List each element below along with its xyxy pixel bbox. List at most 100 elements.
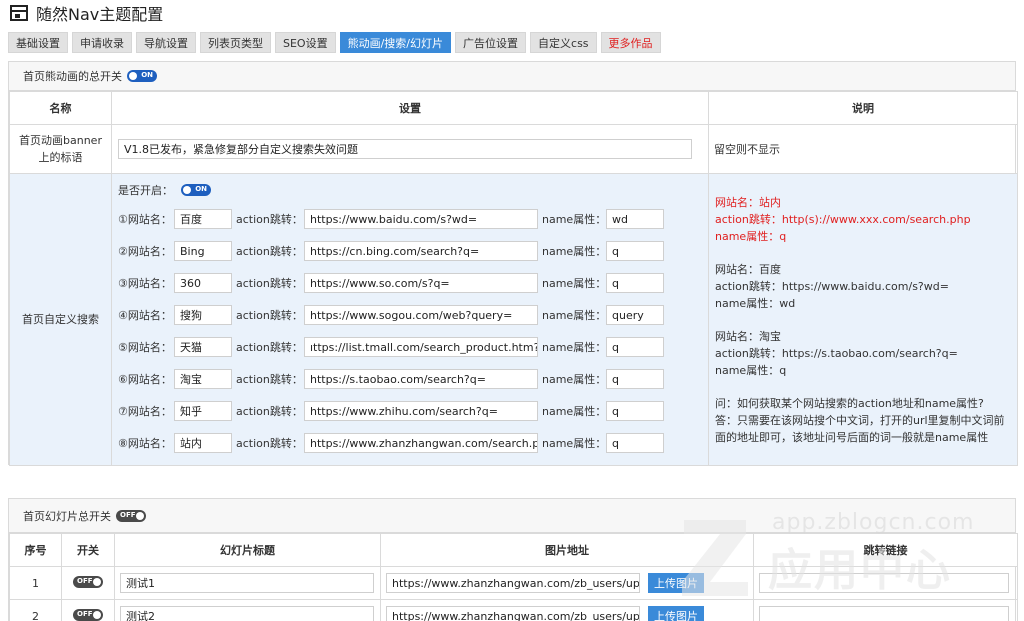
column-header-description: 说明: [708, 91, 1018, 125]
search-site-row: ⑥网站名： 淘宝 action跳转： https://s.taobao.com/…: [118, 363, 702, 395]
upload-image-button[interactable]: 上传图片: [648, 573, 704, 593]
name-attr-input[interactable]: query: [606, 305, 664, 325]
tab-basic-settings[interactable]: 基础设置: [8, 32, 68, 53]
site-name-label: ⑥网站名：: [118, 373, 172, 386]
table-row: 1 OFF 测试1 https://www.zhanzhangwan.com/z…: [9, 566, 1018, 600]
upload-image-button[interactable]: 上传图片: [648, 606, 704, 621]
slide-index: 1: [9, 566, 62, 600]
slideshow-master-toggle[interactable]: OFF: [116, 509, 146, 522]
name-attr-label: name属性：: [542, 213, 607, 226]
site-name-input[interactable]: 360: [174, 273, 232, 293]
window-icon: [10, 5, 28, 21]
slide-title-input[interactable]: 测试1: [120, 573, 374, 593]
tab-submission[interactable]: 申请收录: [72, 32, 132, 53]
tab-animation-search-slides[interactable]: 熊动画/搜索/幻灯片: [339, 32, 452, 53]
name-attr-label: name属性：: [542, 245, 607, 258]
section-title: 首页熊动画的总开关: [23, 70, 122, 83]
settings-table: 名称 设置 说明 首页动画banner上的标语 V1.8已发布，紧急修复部分自定…: [9, 91, 1018, 466]
name-attr-label: name属性：: [542, 373, 607, 386]
action-label: action跳转：: [236, 373, 303, 386]
action-url-input[interactable]: https://www.zhanzhangwan.com/search.php: [304, 433, 538, 453]
action-label: action跳转：: [236, 213, 303, 226]
column-header-index: 序号: [9, 533, 62, 567]
action-url-input[interactable]: https://cn.bing.com/search?q=: [304, 241, 538, 261]
search-site-row: ⑦网站名： 知乎 action跳转： https://www.zhihu.com…: [118, 395, 702, 427]
custom-search-label: 首页自定义搜索: [9, 173, 112, 466]
name-attr-input[interactable]: q: [606, 401, 664, 421]
site-name-input[interactable]: 知乎: [174, 401, 232, 421]
name-attr-label: name属性：: [542, 405, 607, 418]
name-attr-input[interactable]: q: [606, 337, 664, 357]
tab-bar: 基础设置 申请收录 导航设置 列表页类型 SEO设置 熊动画/搜索/幻灯片 广告…: [8, 32, 661, 53]
site-name-label: ④网站名：: [118, 309, 172, 322]
name-attr-label: name属性：: [542, 437, 607, 450]
name-attr-input[interactable]: q: [606, 241, 664, 261]
site-name-input[interactable]: 站内: [174, 433, 232, 453]
site-name-label: ③网站名：: [118, 277, 172, 290]
site-name-label: ⑧网站名：: [118, 437, 172, 450]
column-header-settings: 设置: [111, 91, 709, 125]
slide-toggle[interactable]: OFF: [73, 608, 103, 621]
action-label: action跳转：: [236, 245, 303, 258]
search-site-row: ⑤网站名： 天猫 action跳转： ıttps://list.tmall.co…: [118, 331, 702, 363]
action-url-input[interactable]: ıttps://list.tmall.com/search_product.ht…: [304, 337, 538, 357]
slide-index: 2: [9, 599, 62, 621]
action-label: action跳转：: [236, 341, 303, 354]
slide-link-input[interactable]: [759, 606, 1009, 621]
site-name-input[interactable]: 天猫: [174, 337, 232, 357]
site-name-input[interactable]: 百度: [174, 209, 232, 229]
slide-title-input[interactable]: 测试2: [120, 606, 374, 621]
slide-toggle[interactable]: OFF: [73, 575, 103, 588]
name-attr-input[interactable]: q: [606, 369, 664, 389]
site-name-input[interactable]: 搜狗: [174, 305, 232, 325]
column-header-slide-title: 幻灯片标题: [114, 533, 381, 567]
app-title: 随然Nav主题配置: [36, 5, 164, 24]
slide-link-input[interactable]: [759, 573, 1009, 593]
column-header-link: 跳转链接: [753, 533, 1018, 567]
search-enable-toggle[interactable]: ON: [181, 184, 211, 196]
slides-table: 序号 开关 幻灯片标题 图片地址 跳转链接 1 OFF 测试1 https://…: [9, 533, 1018, 621]
help-faq: 问：如何获取某个网站搜索的action地址和name属性? 答：只需要在该网站搜…: [715, 397, 1005, 444]
banner-note: 留空则不显示: [708, 124, 1018, 174]
name-attr-input[interactable]: q: [606, 433, 664, 453]
enable-label: 是否开启：: [118, 184, 173, 197]
slide-image-input[interactable]: https://www.zhanzhangwan.com/zb_users/up…: [386, 606, 640, 621]
banner-slogan-input[interactable]: V1.8已发布，紧急修复部分自定义搜索失效问题: [118, 139, 692, 159]
action-url-input[interactable]: https://s.taobao.com/search?q=: [304, 369, 538, 389]
master-toggle[interactable]: ON: [127, 70, 157, 82]
tab-ads[interactable]: 广告位设置: [455, 32, 527, 53]
name-attr-input[interactable]: wd: [606, 209, 664, 229]
help-example-baidu: 网站名：百度 action跳转：https://www.baidu.com/s?…: [715, 263, 949, 310]
action-url-input[interactable]: https://www.baidu.com/s?wd=: [304, 209, 538, 229]
action-url-input[interactable]: https://www.so.com/s?q=: [304, 273, 538, 293]
name-attr-label: name属性：: [542, 309, 607, 322]
tab-more-works[interactable]: 更多作品: [600, 32, 661, 53]
search-site-row: ②网站名： Bing action跳转： https://cn.bing.com…: [118, 235, 702, 267]
help-example-taobao: 网站名：淘宝 action跳转：https://s.taobao.com/sea…: [715, 330, 958, 377]
search-site-row: ④网站名： 搜狗 action跳转： https://www.sogou.com…: [118, 299, 702, 331]
site-name-label: ⑤网站名：: [118, 341, 172, 354]
tab-custom-css[interactable]: 自定义css: [530, 32, 597, 53]
action-label: action跳转：: [236, 277, 303, 290]
name-attr-label: name属性：: [542, 341, 607, 354]
tab-seo[interactable]: SEO设置: [275, 32, 336, 53]
bear-animation-panel: 首页熊动画的总开关 ON 名称 设置 说明 首页动画banner上的标语 V1.…: [8, 61, 1018, 466]
slide-image-input[interactable]: https://www.zhanzhangwan.com/zb_users/up…: [386, 573, 640, 593]
column-header-image-url: 图片地址: [380, 533, 754, 567]
site-name-label: ⑦网站名：: [118, 405, 172, 418]
name-attr-input[interactable]: q: [606, 273, 664, 293]
tab-list-type[interactable]: 列表页类型: [200, 32, 271, 53]
tab-nav-settings[interactable]: 导航设置: [136, 32, 196, 53]
action-label: action跳转：: [236, 405, 303, 418]
column-header-switch: 开关: [61, 533, 115, 567]
table-row: 2 OFF 测试2 https://www.zhanzhangwan.com/z…: [9, 599, 1018, 621]
site-name-input[interactable]: Bing: [174, 241, 232, 261]
help-example-red: 网站名：站内 action跳转：http(s)://www.xxx.com/se…: [715, 196, 971, 243]
action-label: action跳转：: [236, 309, 303, 322]
custom-search-settings: 是否开启： ON ①网站名： 百度 action跳转： https://www.…: [111, 173, 709, 466]
site-name-input[interactable]: 淘宝: [174, 369, 232, 389]
action-url-input[interactable]: https://www.sogou.com/web?query=: [304, 305, 538, 325]
section-title: 首页幻灯片总开关: [23, 509, 111, 523]
action-url-input[interactable]: https://www.zhihu.com/search?q=: [304, 401, 538, 421]
search-site-row: ①网站名： 百度 action跳转： https://www.baidu.com…: [118, 203, 702, 235]
